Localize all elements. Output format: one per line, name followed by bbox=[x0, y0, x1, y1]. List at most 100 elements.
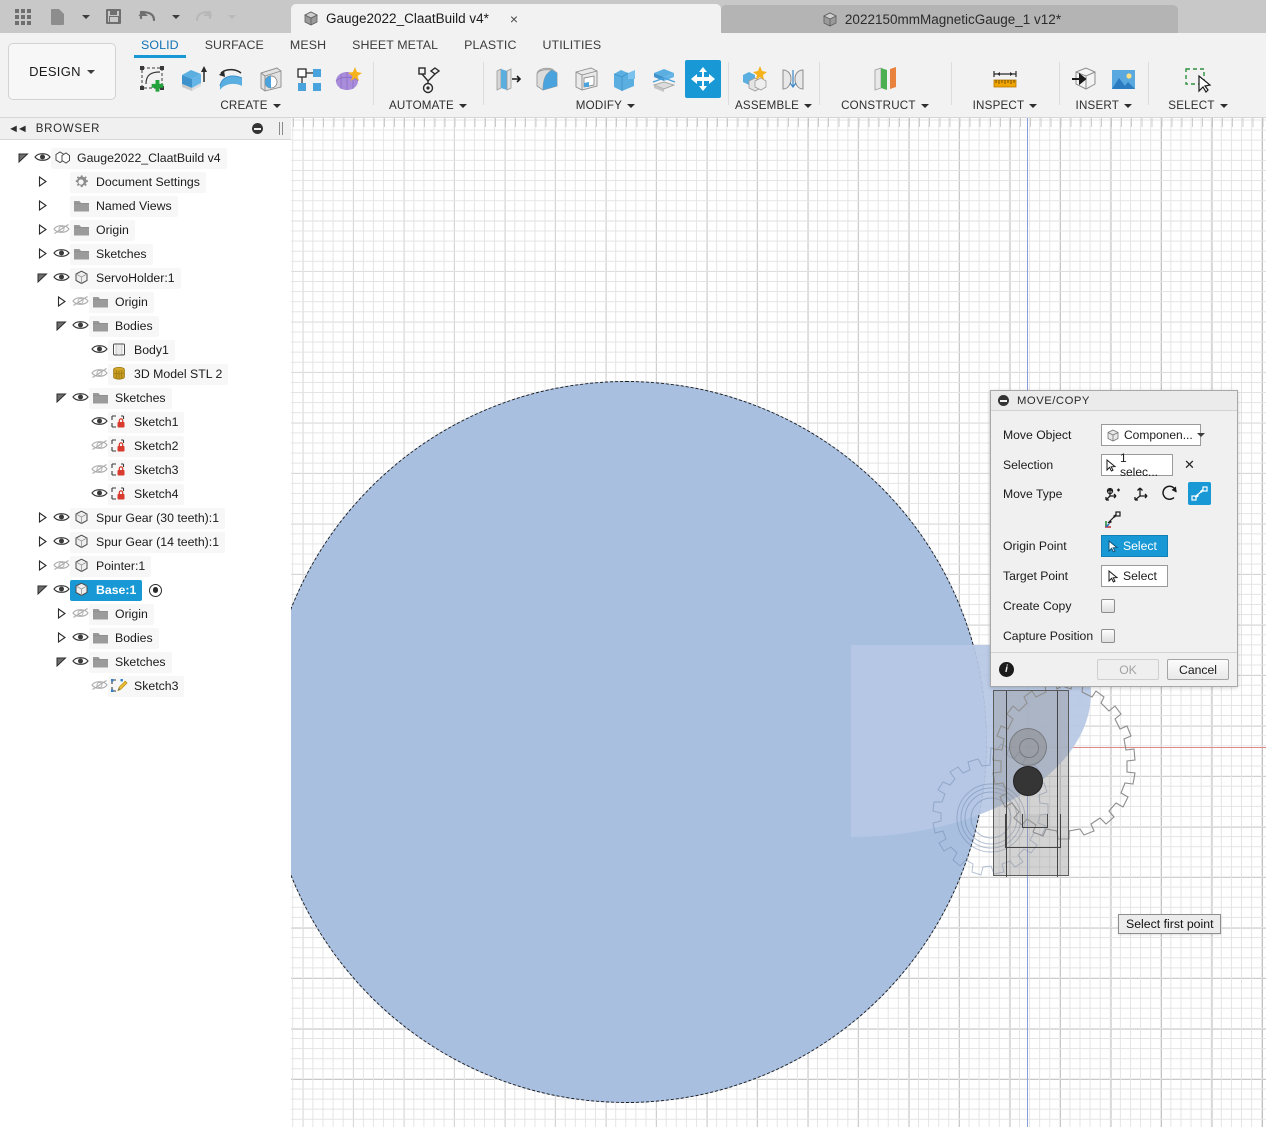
save-icon[interactable] bbox=[96, 2, 130, 32]
browser-node-origin[interactable]: Origin bbox=[0, 218, 291, 242]
eye-visible-icon[interactable] bbox=[72, 631, 89, 645]
cancel-button[interactable]: Cancel bbox=[1167, 659, 1229, 680]
ribbon-group-label-select[interactable]: SELECT bbox=[1168, 99, 1228, 112]
browser-node-base-1[interactable]: Base:1 bbox=[0, 578, 291, 602]
browser-node-sketch4[interactable]: Sketch4 bbox=[0, 482, 291, 506]
new-document-icon[interactable] bbox=[40, 2, 74, 32]
browser-node-sketches[interactable]: Sketches bbox=[0, 386, 291, 410]
eye-visible-icon[interactable] bbox=[53, 247, 70, 261]
tab-mesh[interactable]: MESH bbox=[277, 36, 339, 56]
ribbon-group-label-assemble[interactable]: ASSEMBLE bbox=[735, 99, 813, 112]
split-body-icon[interactable] bbox=[646, 60, 682, 98]
tab-sheet-metal[interactable]: SHEET METAL bbox=[339, 36, 451, 56]
browser-node-bodies[interactable]: Bodies bbox=[0, 314, 291, 338]
browser-node-named-views[interactable]: Named Views bbox=[0, 194, 291, 218]
double-chevron-left-icon[interactable]: ◄◄ bbox=[8, 123, 28, 135]
twisty-expanded-icon[interactable] bbox=[56, 392, 69, 405]
extrude-icon[interactable] bbox=[174, 60, 210, 98]
new-document-dropdown-icon[interactable] bbox=[74, 2, 96, 32]
browser-node-sketch3[interactable]: Sketch3 bbox=[0, 458, 291, 482]
tab-solid[interactable]: SOLID bbox=[128, 36, 192, 58]
eye-hidden-icon[interactable] bbox=[72, 295, 89, 309]
eye-hidden-icon[interactable] bbox=[91, 463, 108, 477]
browser-node-body1[interactable]: Body1 bbox=[0, 338, 291, 362]
tab-utilities[interactable]: UTILITIES bbox=[530, 36, 615, 56]
eye-visible-icon[interactable] bbox=[72, 319, 89, 333]
browser-node-spur-gear-14-teeth-1[interactable]: Spur Gear (14 teeth):1 bbox=[0, 530, 291, 554]
twisty-expanded-icon[interactable] bbox=[56, 320, 69, 333]
eye-visible-icon[interactable] bbox=[34, 151, 51, 165]
browser-node-3d-model-stl-2[interactable]: 3D Model STL 2 bbox=[0, 362, 291, 386]
move-copy-icon[interactable] bbox=[684, 60, 721, 98]
move-object-dropdown[interactable]: Componen... bbox=[1101, 424, 1205, 446]
capture-position-checkbox[interactable] bbox=[1101, 629, 1115, 643]
browser-node-bodies[interactable]: Bodies bbox=[0, 626, 291, 650]
redo-dropdown-icon[interactable] bbox=[220, 2, 242, 32]
browser-node-origin[interactable]: Origin bbox=[0, 290, 291, 314]
minus-circle-icon[interactable] bbox=[252, 123, 263, 134]
eye-visible-icon[interactable] bbox=[72, 391, 89, 405]
eye-visible-icon[interactable] bbox=[53, 271, 70, 285]
twisty-collapsed-icon[interactable] bbox=[37, 175, 50, 189]
rotate-icon[interactable] bbox=[1159, 482, 1182, 505]
apps-grid-icon[interactable] bbox=[6, 2, 40, 32]
eye-hidden-icon[interactable] bbox=[72, 607, 89, 621]
twisty-expanded-icon[interactable] bbox=[37, 272, 50, 285]
clear-selection-icon[interactable]: ✕ bbox=[1184, 457, 1195, 473]
browser-node-sketch3[interactable]: Sketch3 bbox=[0, 674, 291, 698]
twisty-collapsed-icon[interactable] bbox=[37, 559, 50, 573]
eye-visible-icon[interactable] bbox=[72, 655, 89, 669]
twisty-collapsed-icon[interactable] bbox=[37, 247, 50, 261]
eye-visible-icon[interactable] bbox=[53, 511, 70, 525]
insert-canvas-icon[interactable] bbox=[1105, 60, 1141, 98]
document-tab-inactive[interactable]: 2022150mmMagneticGauge_1 v12* bbox=[721, 5, 1178, 33]
form-create-icon[interactable] bbox=[330, 60, 366, 98]
undo-dropdown-icon[interactable] bbox=[164, 2, 186, 32]
eye-hidden-icon[interactable] bbox=[91, 439, 108, 453]
panel-resize-grip[interactable] bbox=[279, 122, 283, 135]
eye-hidden-icon[interactable] bbox=[53, 559, 70, 573]
tab-surface[interactable]: SURFACE bbox=[192, 36, 277, 56]
insert-derive-icon[interactable] bbox=[1066, 60, 1102, 98]
joint-icon[interactable] bbox=[775, 60, 811, 98]
twisty-expanded-icon[interactable] bbox=[56, 656, 69, 669]
twisty-collapsed-icon[interactable] bbox=[56, 295, 69, 309]
browser-node-sketches[interactable]: Sketches bbox=[0, 242, 291, 266]
selection-field[interactable]: 1 selec... bbox=[1101, 451, 1173, 479]
twisty-collapsed-icon[interactable] bbox=[37, 223, 50, 237]
browser-node-sketch2[interactable]: Sketch2 bbox=[0, 434, 291, 458]
construct-plane-icon[interactable] bbox=[867, 60, 903, 98]
twisty-collapsed-icon[interactable] bbox=[56, 607, 69, 621]
eye-visible-icon[interactable] bbox=[91, 487, 108, 501]
origin-point-select-button[interactable]: Select bbox=[1101, 535, 1168, 557]
eye-hidden-icon[interactable] bbox=[91, 679, 108, 693]
ribbon-group-label-create[interactable]: CREATE bbox=[220, 99, 281, 112]
ok-button[interactable]: OK bbox=[1097, 659, 1159, 680]
align-icon[interactable] bbox=[1101, 508, 1124, 531]
browser-node-sketch1[interactable]: Sketch1 bbox=[0, 410, 291, 434]
close-icon[interactable]: × bbox=[510, 12, 518, 26]
ribbon-group-label-insert[interactable]: INSERT bbox=[1076, 99, 1133, 112]
eye-visible-icon[interactable] bbox=[53, 535, 70, 549]
document-tab-active[interactable]: Gauge2022_ClaatBuild v4* × bbox=[291, 4, 721, 33]
translate-icon[interactable] bbox=[1130, 482, 1153, 505]
revolve-icon[interactable] bbox=[213, 60, 249, 98]
twisty-collapsed-icon[interactable] bbox=[37, 535, 50, 549]
browser-node-document-settings[interactable]: Document Settings bbox=[0, 170, 291, 194]
browser-node-servoholder-1[interactable]: ServoHolder:1 bbox=[0, 266, 291, 290]
undo-icon[interactable] bbox=[130, 2, 164, 32]
rectangular-pattern-icon[interactable] bbox=[291, 60, 327, 98]
shell-icon[interactable] bbox=[568, 60, 604, 98]
browser-node-origin[interactable]: Origin bbox=[0, 602, 291, 626]
ribbon-group-label-modify[interactable]: MODIFY bbox=[576, 99, 636, 112]
eye-visible-icon[interactable] bbox=[53, 583, 70, 597]
eye-hidden-icon[interactable] bbox=[91, 367, 108, 381]
combine-icon[interactable] bbox=[607, 60, 643, 98]
ribbon-group-label-inspect[interactable]: INSPECT bbox=[973, 99, 1038, 112]
create-copy-checkbox[interactable] bbox=[1101, 599, 1115, 613]
fillet-icon[interactable] bbox=[529, 60, 565, 98]
browser-node-spur-gear-30-teeth-1[interactable]: Spur Gear (30 teeth):1 bbox=[0, 506, 291, 530]
measure-icon[interactable] bbox=[987, 60, 1023, 98]
workspace-switcher-button[interactable]: DESIGN bbox=[8, 43, 116, 100]
browser-node-sketches[interactable]: Sketches bbox=[0, 650, 291, 674]
